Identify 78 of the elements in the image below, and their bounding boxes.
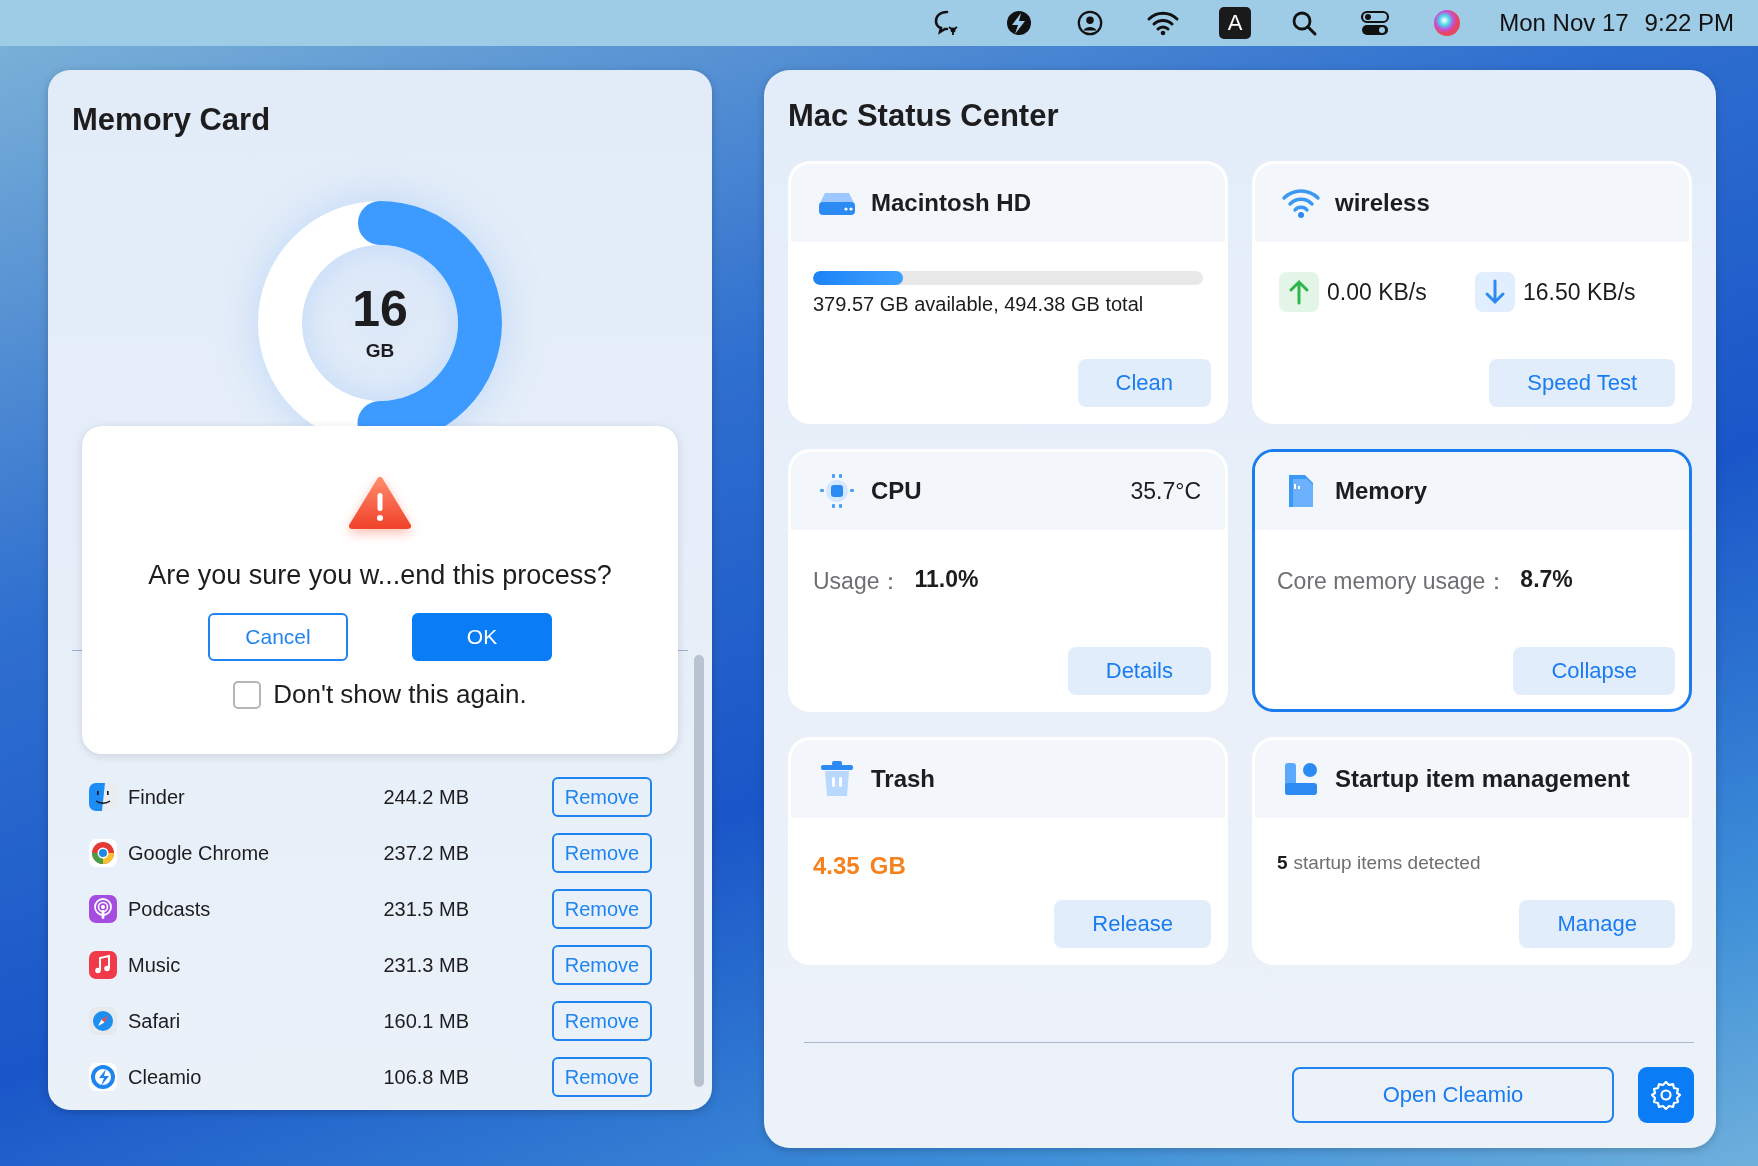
remove-button[interactable]: Remove bbox=[552, 1001, 652, 1041]
warning-icon bbox=[348, 476, 412, 532]
card-title: wireless bbox=[1335, 189, 1431, 217]
process-name: Podcasts bbox=[128, 897, 212, 921]
remove-button[interactable]: Remove bbox=[552, 1057, 652, 1097]
remove-button[interactable]: Remove bbox=[552, 833, 652, 873]
status-card[interactable]: Macintosh HD 379.57 GB available, 494.38 GB total Clean bbox=[788, 161, 1228, 424]
startup-caption: startup items detected bbox=[1293, 852, 1481, 874]
usage-value: 8.7% bbox=[1520, 566, 1573, 594]
download-speed: 16.50 KB/s bbox=[1523, 278, 1637, 306]
process-size: 160.1 MB bbox=[382, 1009, 469, 1033]
finder-face-icon bbox=[88, 782, 118, 812]
open-app-button[interactable]: Open Cleamio bbox=[1292, 1067, 1614, 1123]
process-size: 244.2 MB bbox=[382, 785, 469, 809]
panel-title: Mac Status Center bbox=[787, 97, 1060, 135]
checkbox[interactable] bbox=[233, 680, 262, 709]
trash-size: 4.35 bbox=[813, 852, 860, 880]
chrome-logo-icon bbox=[88, 838, 118, 868]
ring-unit: GB bbox=[365, 340, 395, 362]
process-size: 106.8 MB bbox=[382, 1065, 469, 1089]
wifi-icon bbox=[1281, 187, 1321, 219]
scrollbar-thumb[interactable] bbox=[694, 655, 704, 1087]
card-title: Trash bbox=[871, 765, 937, 793]
status-card[interactable]: wireless 0.00 KB/s 16.50 KB/s Speed Test bbox=[1252, 161, 1692, 424]
toggles-icon[interactable] bbox=[1360, 9, 1391, 37]
card-action-button[interactable]: Collapse bbox=[1513, 647, 1675, 695]
compass-icon bbox=[88, 1006, 118, 1036]
process-name: Safari bbox=[128, 1009, 182, 1033]
card-action-button[interactable]: Details bbox=[1067, 647, 1211, 695]
settings-icon bbox=[1650, 1079, 1682, 1111]
status-card[interactable]: Startup item management 5 startup items detected Manage bbox=[1252, 737, 1692, 965]
status-card[interactable]: CPU 35.7°C Usage： 11.0% Details bbox=[788, 449, 1228, 712]
usage-label: Core memory usage： bbox=[1277, 567, 1509, 596]
panel-title: Memory Card bbox=[71, 101, 272, 139]
trash-size-unit: GB bbox=[869, 852, 906, 880]
menu-bar-date[interactable]: Mon Nov 17 bbox=[1499, 9, 1629, 37]
remove-button[interactable]: Remove bbox=[552, 889, 652, 929]
process-size: 231.3 MB bbox=[382, 953, 469, 977]
music-note-icon bbox=[88, 950, 118, 980]
process-size: 237.2 MB bbox=[382, 841, 469, 865]
status-card[interactable]: Memory Core memory usage： 8.7% Collapse bbox=[1252, 449, 1692, 712]
card-title: Macintosh HD bbox=[871, 189, 1032, 217]
settings-button[interactable] bbox=[1638, 1067, 1694, 1123]
cancel-button[interactable]: Cancel bbox=[208, 613, 348, 661]
card-title: Startup item management bbox=[1335, 765, 1631, 793]
remove-button[interactable]: Remove bbox=[552, 945, 652, 985]
card-action-button[interactable]: Manage bbox=[1519, 900, 1675, 948]
process-name: Music bbox=[128, 953, 182, 977]
startup-count: 5 bbox=[1277, 852, 1288, 874]
siri-orb-icon[interactable] bbox=[1432, 8, 1463, 38]
status-card[interactable]: Trash 4.35 GB Release bbox=[788, 737, 1228, 965]
card-action-button[interactable]: Release bbox=[1054, 900, 1211, 948]
search-icon[interactable] bbox=[1290, 9, 1319, 37]
process-name: Google Chrome bbox=[128, 841, 271, 865]
process-size: 231.5 MB bbox=[382, 897, 469, 921]
disk-caption: 379.57 GB available, 494.38 GB total bbox=[813, 293, 1145, 316]
cpu-temperature: 35.7°C bbox=[1130, 477, 1201, 505]
process-name: Finder bbox=[128, 785, 186, 809]
ok-button[interactable]: OK bbox=[412, 613, 552, 661]
card-title: CPU bbox=[871, 477, 923, 505]
checkbox-label: Don't show this again. bbox=[273, 679, 527, 710]
usage-label: Usage： bbox=[813, 567, 903, 596]
menu-bar-time[interactable]: 9:22 PM bbox=[1644, 9, 1734, 37]
remove-button[interactable]: Remove bbox=[552, 777, 652, 817]
usage-value: 11.0% bbox=[914, 566, 979, 594]
dialog-message: Are you sure you w...end this process? bbox=[148, 560, 612, 591]
chip-icon bbox=[817, 471, 857, 511]
input-source-indicator[interactable]: A bbox=[1219, 7, 1252, 39]
user-circle-icon[interactable] bbox=[1076, 9, 1105, 37]
card-action-button[interactable]: Speed Test bbox=[1489, 359, 1675, 407]
upload-speed: 0.00 KB/s bbox=[1327, 278, 1428, 306]
ring-value: 16 bbox=[352, 284, 408, 334]
wifi-icon[interactable] bbox=[1146, 10, 1181, 36]
card-title: Memory bbox=[1335, 477, 1429, 505]
lightning-logo-icon bbox=[88, 1062, 118, 1092]
card-action-button[interactable]: Clean bbox=[1077, 359, 1211, 407]
process-name: Cleamio bbox=[128, 1065, 203, 1089]
podcast-icon bbox=[88, 894, 118, 924]
